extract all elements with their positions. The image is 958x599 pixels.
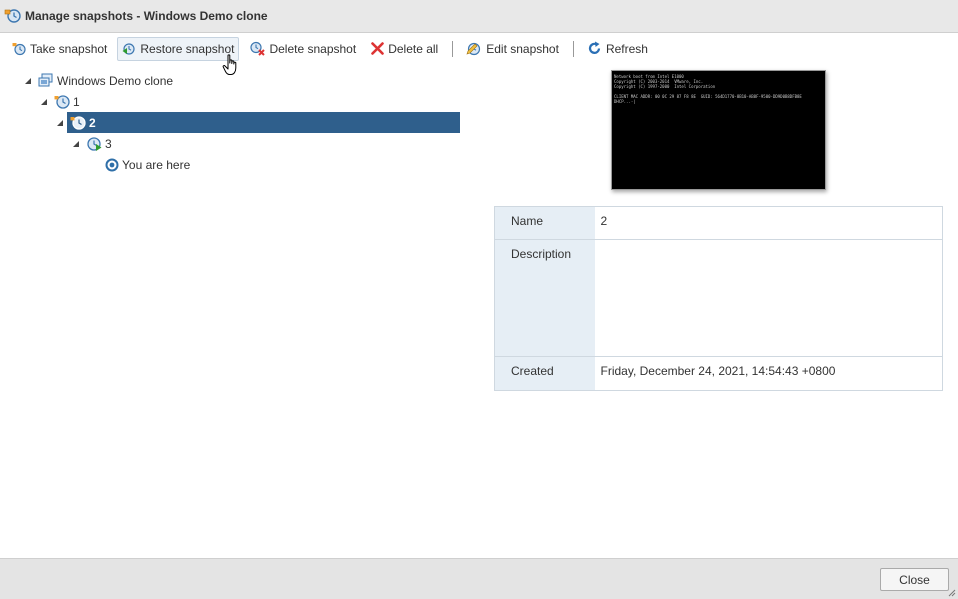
details-row-description: Description xyxy=(494,239,943,357)
delete-x-icon xyxy=(371,42,384,55)
current-state-icon xyxy=(105,158,119,171)
delete-snapshot-button[interactable]: Delete snapshot xyxy=(244,37,361,61)
delete-snapshot-icon xyxy=(250,41,266,56)
preview-screen-text: Network boot from Intel E1000 Copyright … xyxy=(614,74,802,104)
tree-node-root[interactable]: Windows Demo clone xyxy=(24,70,173,91)
restore-snapshot-label: Restore snapshot xyxy=(140,41,235,56)
tree-node-label: 2 xyxy=(89,115,96,130)
delete-all-button[interactable]: Delete all xyxy=(366,37,443,61)
edit-snapshot-icon xyxy=(466,42,481,56)
tree-node-1[interactable]: 1 xyxy=(40,91,80,112)
created-label: Created xyxy=(494,356,595,391)
details-row-created: Created Friday, December 24, 2021, 14:54… xyxy=(494,356,943,391)
take-snapshot-button[interactable]: Take snapshot xyxy=(7,37,112,61)
created-value: Friday, December 24, 2021, 14:54:43 +080… xyxy=(600,364,836,378)
tree-expand-icon[interactable] xyxy=(72,140,80,148)
snapshot-details-table: Name 2 Description Created Friday, Decem… xyxy=(494,206,943,391)
tree-node-you-are-here[interactable]: You are here xyxy=(105,154,190,175)
tree-expand-icon[interactable] xyxy=(40,98,48,106)
description-label: Description xyxy=(494,239,595,357)
edit-snapshot-button[interactable]: Edit snapshot xyxy=(461,37,564,61)
tree-node-label: Windows Demo clone xyxy=(57,73,174,88)
window-title: Manage snapshots - Windows Demo clone xyxy=(25,9,268,23)
snapshot-icon xyxy=(70,115,86,130)
snapshot-preview-image: Network boot from Intel E1000 Copyright … xyxy=(611,70,826,190)
refresh-button[interactable]: Refresh xyxy=(582,37,653,61)
tree-node-2-selected[interactable]: 2 xyxy=(67,112,460,133)
toolbar: Take snapshot Restore snapshot Delete sn… xyxy=(0,33,958,64)
close-button[interactable]: Close xyxy=(880,568,949,591)
delete-all-label: Delete all xyxy=(388,41,439,56)
hand-cursor-icon xyxy=(222,54,237,75)
edit-snapshot-label: Edit snapshot xyxy=(486,41,559,56)
description-value xyxy=(594,239,943,357)
take-snapshot-label: Take snapshot xyxy=(30,41,108,56)
tree-expand-icon[interactable] xyxy=(56,119,64,127)
tree-node-3[interactable]: 3 xyxy=(72,133,112,154)
vm-icon xyxy=(38,73,53,86)
tree-node-label: 3 xyxy=(105,136,112,151)
snapshot-icon xyxy=(54,94,70,109)
refresh-label: Refresh xyxy=(605,41,648,56)
refresh-icon xyxy=(588,41,601,54)
snapshot-manager-icon xyxy=(4,9,21,23)
name-value: 2 xyxy=(594,206,943,240)
toolbar-separator xyxy=(452,40,454,57)
dialog-footer: Close xyxy=(0,558,958,599)
title-bar: Manage snapshots - Windows Demo clone xyxy=(0,0,958,33)
snapshot-running-icon xyxy=(87,136,102,151)
toolbar-separator xyxy=(572,40,574,57)
tree-node-label: You are here xyxy=(122,157,191,172)
delete-snapshot-label: Delete snapshot xyxy=(269,41,357,56)
restore-snapshot-icon xyxy=(122,42,135,55)
name-label: Name xyxy=(494,206,595,240)
details-row-name: Name 2 xyxy=(494,206,943,240)
tree-expand-icon[interactable] xyxy=(24,77,32,85)
tree-node-label: 1 xyxy=(73,94,80,109)
take-snapshot-icon xyxy=(12,42,26,55)
resize-grip-icon[interactable] xyxy=(948,589,956,597)
